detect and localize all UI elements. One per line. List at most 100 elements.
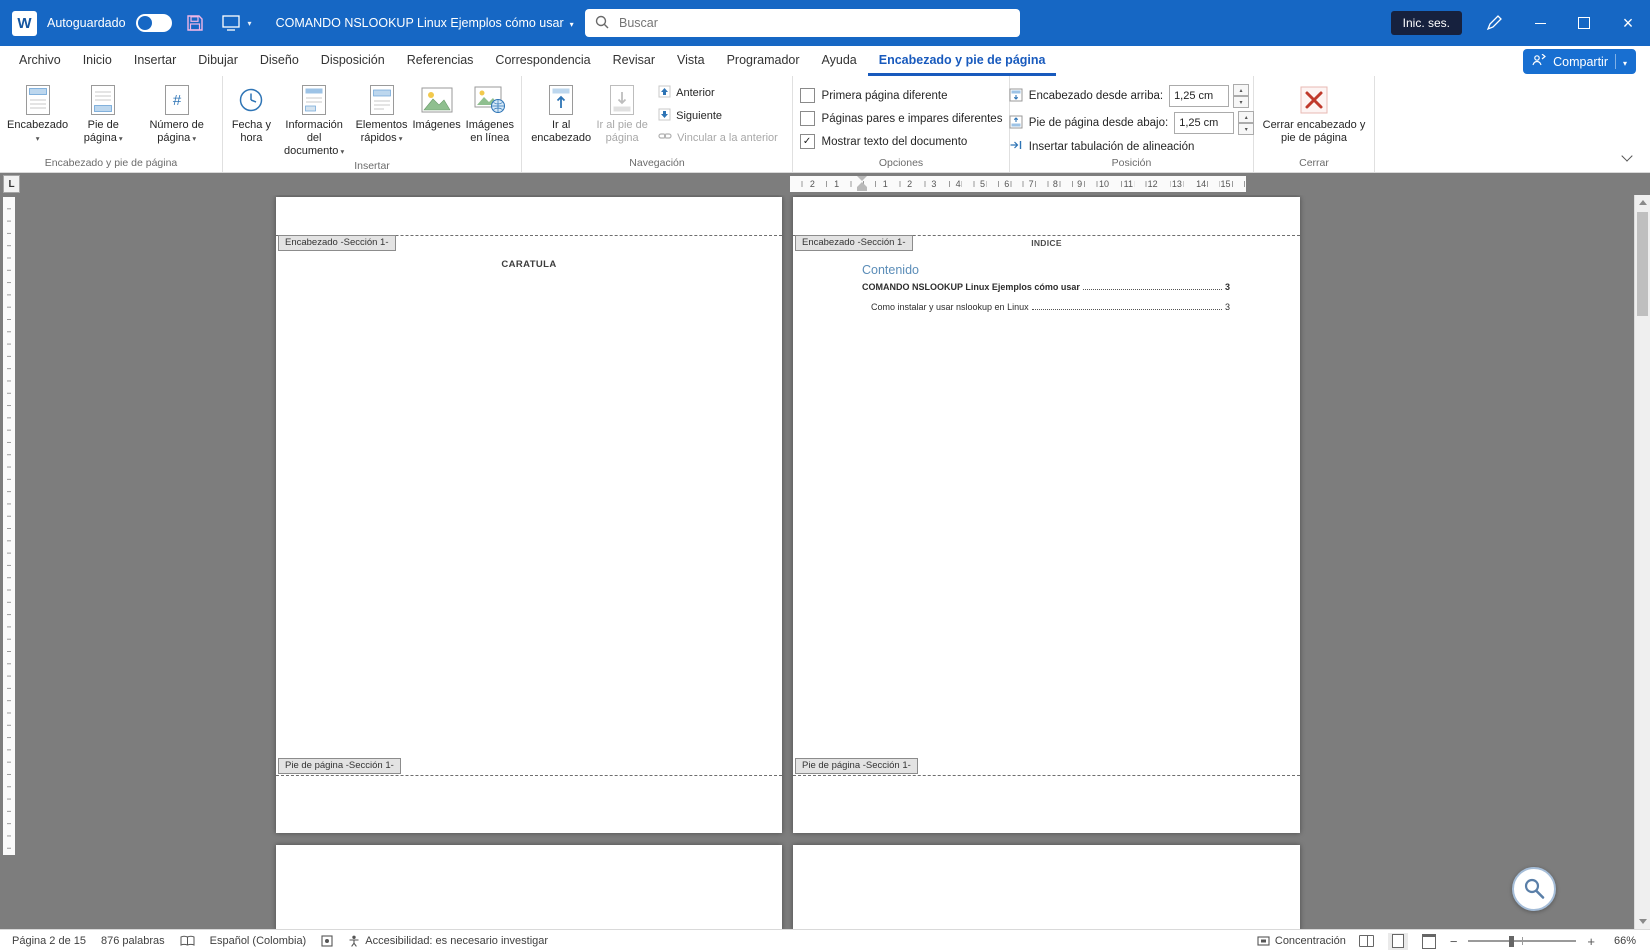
page2-header-text[interactable]: INDICE <box>793 238 1300 248</box>
page1-title-text[interactable]: CARATULA <box>276 259 782 270</box>
tab-revisar[interactable]: Revisar <box>602 46 666 76</box>
pares-impares-checkbox[interactable]: Páginas pares e impares diferentes <box>799 111 1002 126</box>
zoom-slider-thumb[interactable] <box>1509 936 1515 947</box>
header-from-top-input[interactable] <box>1169 85 1230 107</box>
indent-markers[interactable] <box>856 176 868 192</box>
spin-up-icon[interactable] <box>1238 111 1255 123</box>
horizontal-ruler[interactable]: 1 2 3 4 5 6 7 8 9 10 11 12 13 14 15 1 2 <box>790 176 1246 192</box>
page-3-partial[interactable] <box>276 845 782 929</box>
signin-button[interactable]: Inic. ses. <box>1390 11 1462 35</box>
document-title[interactable]: COMANDO NSLOOKUP Linux Ejemplos cómo usa… <box>276 16 574 30</box>
search-box[interactable] <box>585 9 1020 37</box>
fecha-y-hora-button[interactable]: Fecha y hora <box>227 79 276 158</box>
tab-dibujar[interactable]: Dibujar <box>187 46 249 76</box>
group-label-opciones: Opciones <box>878 157 924 169</box>
save-icon[interactable] <box>182 10 208 36</box>
tab-programador[interactable]: Programador <box>716 46 811 76</box>
page-2[interactable]: Encabezado -Sección 1- INDICE Contenido … <box>793 197 1300 833</box>
checkbox-unchecked-icon <box>799 88 815 103</box>
left-indent-icon[interactable] <box>857 187 867 191</box>
insertar-tabulacion-button[interactable]: Insertar tabulación de alineación <box>1009 138 1254 155</box>
tab-diseno[interactable]: Diseño <box>249 46 310 76</box>
language-indicator[interactable]: Español (Colombia) <box>210 935 307 947</box>
qat-dropdown-icon[interactable] <box>248 19 252 28</box>
ink-pen-icon[interactable] <box>1480 9 1508 37</box>
toc-entry[interactable]: COMANDO NSLOOKUP Linux Ejemplos cómo usa… <box>862 282 1230 292</box>
page-4-partial[interactable] <box>793 845 1300 929</box>
zoom-percentage[interactable]: 66% <box>1606 935 1636 947</box>
maximize-icon <box>1578 17 1590 29</box>
minimize-button[interactable] <box>1518 0 1562 46</box>
tab-ayuda[interactable]: Ayuda <box>811 46 868 76</box>
print-layout-icon[interactable] <box>1387 932 1408 950</box>
share-label: Compartir <box>1553 54 1608 69</box>
tab-stop-selector-icon[interactable] <box>3 175 20 193</box>
numero-de-pagina-button[interactable]: # Número de página <box>135 79 218 155</box>
toc-entry-text: COMANDO NSLOOKUP Linux Ejemplos cómo usa… <box>862 282 1080 292</box>
header-icon <box>25 82 51 118</box>
web-layout-icon[interactable] <box>1419 933 1439 950</box>
proofing-icon[interactable] <box>180 935 195 947</box>
ir-al-encabezado-button[interactable]: Ir al encabezado <box>529 79 593 155</box>
toc-entry[interactable]: Como instalar y usar nslookup en Linux 3 <box>871 302 1230 312</box>
anterior-button[interactable]: Anterior <box>653 83 783 103</box>
scrollbar-thumb[interactable] <box>1637 212 1648 316</box>
vincular-anterior-button[interactable]: Vincular a la anterior <box>653 129 783 146</box>
go-to-header-icon <box>548 82 574 118</box>
group-insertar: Fecha y hora Información del documento E… <box>223 76 522 172</box>
share-button[interactable]: Compartir <box>1523 49 1636 74</box>
close-header-footer-icon <box>1299 82 1329 118</box>
scroll-up-icon[interactable] <box>1635 195 1650 210</box>
page-indicator[interactable]: Página 2 de 15 <box>12 935 86 947</box>
qat-customize-icon[interactable] <box>218 10 244 36</box>
group-label-encabezado-pie: Encabezado y pie de página <box>44 157 178 169</box>
elementos-rapidos-button[interactable]: Elementos rápidos <box>353 79 411 158</box>
spin-up-icon[interactable] <box>1233 84 1250 96</box>
tab-vista[interactable]: Vista <box>666 46 716 76</box>
focus-mode-button[interactable]: Concentración <box>1257 935 1346 947</box>
zoom-in-icon[interactable] <box>1587 934 1595 949</box>
read-mode-icon[interactable] <box>1357 933 1377 950</box>
collapse-ribbon-icon[interactable] <box>1616 148 1638 164</box>
elementos-rapidos-label: Elementos rápidos <box>356 119 408 145</box>
toc-heading[interactable]: Contenido <box>862 263 919 277</box>
mostrar-texto-checkbox[interactable]: Mostrar texto del documento <box>799 134 1003 149</box>
siguiente-button[interactable]: Siguiente <box>653 106 783 126</box>
accessibility-status[interactable]: Accesibilidad: es necesario investigar <box>348 935 548 947</box>
floating-magnifier-button[interactable] <box>1512 867 1556 911</box>
vertical-ruler[interactable] <box>3 197 15 855</box>
spin-down-icon[interactable] <box>1233 96 1250 108</box>
autosave-toggle[interactable] <box>135 14 172 32</box>
close-button[interactable] <box>1606 0 1650 46</box>
tab-encabezado-pie[interactable]: Encabezado y pie de página <box>867 46 1057 76</box>
first-line-indent-icon[interactable] <box>857 176 867 181</box>
pie-de-pagina-button[interactable]: Pie de página <box>71 79 135 155</box>
tab-correspondencia[interactable]: Correspondencia <box>484 46 601 76</box>
word-count[interactable]: 876 palabras <box>101 935 165 947</box>
search-input[interactable] <box>617 15 1010 31</box>
vertical-scrollbar[interactable] <box>1634 195 1650 929</box>
tab-archivo[interactable]: Archivo <box>8 46 72 76</box>
scroll-down-icon[interactable] <box>1635 914 1650 929</box>
tab-insertar[interactable]: Insertar <box>123 46 187 76</box>
maximize-button[interactable] <box>1562 0 1606 46</box>
tab-referencias[interactable]: Referencias <box>396 46 485 76</box>
imagenes-en-linea-button[interactable]: Imágenes en línea <box>463 79 517 158</box>
numero-de-pagina-label: Número de página <box>138 119 215 145</box>
ir-al-pie-button[interactable]: Ir al pie de página <box>593 79 651 155</box>
encabezado-button[interactable]: Encabezado <box>4 79 71 155</box>
word-logo[interactable]: W <box>12 10 37 36</box>
group-navegacion: Ir al encabezado Ir al pie de página Ant… <box>522 76 793 172</box>
zoom-slider[interactable] <box>1468 934 1577 948</box>
footer-from-bottom-input[interactable] <box>1174 112 1235 134</box>
cerrar-encabezado-button[interactable]: Cerrar encabezado y pie de página <box>1258 79 1370 155</box>
informacion-documento-button[interactable]: Información del documento <box>276 79 353 158</box>
macro-record-icon[interactable] <box>321 935 333 947</box>
spin-down-icon[interactable] <box>1238 123 1255 135</box>
primera-pagina-checkbox[interactable]: Primera página diferente <box>799 88 1003 103</box>
zoom-out-icon[interactable] <box>1450 934 1458 949</box>
imagenes-button[interactable]: Imágenes <box>411 79 463 158</box>
tab-inicio[interactable]: Inicio <box>72 46 123 76</box>
page-1[interactable]: Encabezado -Sección 1- CARATULA Pie de p… <box>276 197 782 833</box>
tab-disposicion[interactable]: Disposición <box>310 46 396 76</box>
